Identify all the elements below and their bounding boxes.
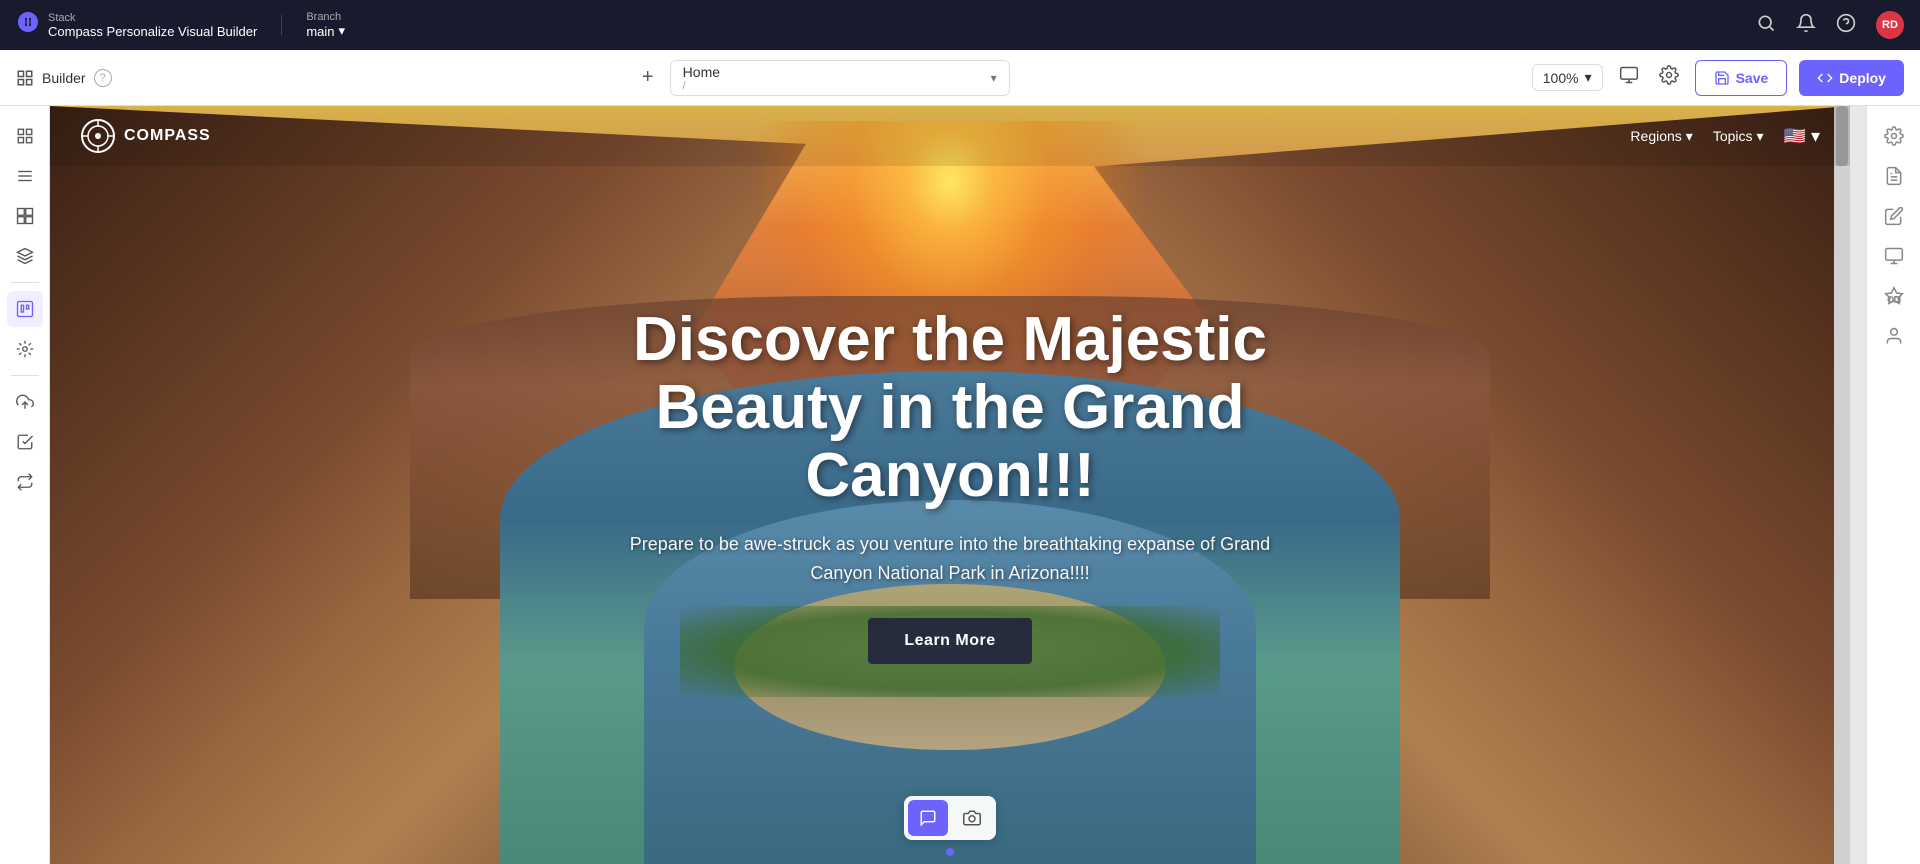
page-name: Home bbox=[683, 64, 720, 80]
search-icon[interactable] bbox=[1756, 13, 1776, 38]
app-name: Compass Personalize Visual Builder bbox=[48, 24, 257, 39]
preview-scrollbar[interactable] bbox=[1834, 106, 1850, 864]
stack-label: Stack bbox=[48, 12, 257, 24]
nav-flag[interactable]: 🇺🇸 ▾ bbox=[1784, 126, 1820, 147]
sidebar-upload-icon[interactable] bbox=[7, 384, 43, 420]
sidebar-selected-component-icon[interactable] bbox=[7, 291, 43, 327]
builder-help-icon[interactable]: ? bbox=[94, 69, 112, 87]
top-bar-left: Stack Compass Personalize Visual Builder… bbox=[16, 10, 345, 40]
page-indicator-dots bbox=[946, 848, 954, 856]
hero-content: Discover the Majestic Beauty in the Gran… bbox=[600, 286, 1300, 684]
right-content-icon[interactable] bbox=[1876, 158, 1912, 194]
sidebar-layers-icon[interactable] bbox=[7, 238, 43, 274]
device-preview-icon[interactable] bbox=[1615, 61, 1643, 94]
site-nav-right: Regions ▾ Topics ▾ 🇺🇸 ▾ bbox=[1630, 126, 1820, 147]
comment-tool-button[interactable] bbox=[908, 800, 948, 836]
branch-chevron: ▾ bbox=[339, 23, 346, 39]
page-path: / bbox=[683, 80, 720, 92]
page-dropdown-chevron: ▾ bbox=[991, 71, 997, 85]
topics-chevron: ▾ bbox=[1757, 128, 1764, 145]
deploy-button[interactable]: Deploy bbox=[1799, 60, 1904, 96]
right-shapes-icon[interactable] bbox=[1876, 278, 1912, 314]
branch-selector[interactable]: Branch main ▾ bbox=[306, 11, 345, 39]
canvas-bottom-toolbar bbox=[904, 796, 996, 840]
save-button[interactable]: Save bbox=[1695, 60, 1788, 96]
sidebar-widgets-icon[interactable] bbox=[7, 331, 43, 367]
builder-center: + Home / ▾ bbox=[634, 60, 1010, 96]
right-responsive-icon[interactable] bbox=[1876, 238, 1912, 274]
brand-info: Stack Compass Personalize Visual Builder bbox=[48, 12, 257, 39]
deploy-label: Deploy bbox=[1839, 70, 1886, 86]
site-navigation: COMPASS Regions ▾ Topics ▾ 🇺🇸 ▾ bbox=[50, 106, 1850, 166]
builder-right: 100% ▾ Save Deploy bbox=[1532, 60, 1904, 96]
builder-label: Builder bbox=[42, 70, 86, 86]
compass-logo-icon bbox=[80, 118, 116, 154]
hero-cta-button[interactable]: Learn More bbox=[868, 618, 1031, 664]
page-dropdown[interactable]: Home / ▾ bbox=[670, 60, 1010, 96]
right-user-icon[interactable] bbox=[1876, 318, 1912, 354]
builder-left: Builder ? bbox=[16, 69, 112, 87]
page-dot-1 bbox=[946, 848, 954, 856]
top-bar-right: RD bbox=[1756, 11, 1904, 39]
zoom-value: 100% bbox=[1543, 70, 1579, 86]
help-icon[interactable] bbox=[1836, 13, 1856, 38]
divider bbox=[281, 15, 282, 35]
page-preview: COMPASS Regions ▾ Topics ▾ 🇺🇸 ▾ bbox=[50, 106, 1850, 864]
user-avatar[interactable]: RD bbox=[1876, 11, 1904, 39]
sidebar-divider-1 bbox=[11, 282, 39, 283]
right-properties-icon[interactable] bbox=[1876, 118, 1912, 154]
add-page-button[interactable]: + bbox=[634, 64, 662, 92]
nav-topics[interactable]: Topics ▾ bbox=[1713, 128, 1764, 145]
builder-icon bbox=[16, 69, 34, 87]
sidebar-layout-icon[interactable] bbox=[7, 158, 43, 194]
branch-label: Branch bbox=[306, 11, 345, 23]
regions-chevron: ▾ bbox=[1686, 128, 1693, 145]
save-label: Save bbox=[1736, 70, 1769, 86]
page-info: Home / bbox=[683, 64, 720, 92]
zoom-control[interactable]: 100% ▾ bbox=[1532, 64, 1603, 91]
main-area: COMPASS Regions ▾ Topics ▾ 🇺🇸 ▾ bbox=[0, 106, 1920, 864]
builder-toolbar: Builder ? + Home / ▾ 100% ▾ bbox=[0, 50, 1920, 106]
sidebar-pages-icon[interactable] bbox=[7, 118, 43, 154]
sidebar-divider-2 bbox=[11, 375, 39, 376]
right-edit-icon[interactable] bbox=[1876, 198, 1912, 234]
branch-value: main ▾ bbox=[306, 23, 345, 39]
nav-regions[interactable]: Regions ▾ bbox=[1630, 128, 1692, 145]
sidebar-connections-icon[interactable] bbox=[7, 464, 43, 500]
right-sidebar bbox=[1866, 106, 1920, 864]
hero-title: Discover the Majestic Beauty in the Gran… bbox=[620, 306, 1280, 511]
app-logo[interactable]: Stack Compass Personalize Visual Builder bbox=[16, 10, 257, 40]
sidebar-checklist-icon[interactable] bbox=[7, 424, 43, 460]
site-logo-text: COMPASS bbox=[124, 127, 211, 145]
hero-section: COMPASS Regions ▾ Topics ▾ 🇺🇸 ▾ bbox=[50, 106, 1850, 864]
zoom-chevron: ▾ bbox=[1585, 69, 1592, 86]
page-settings-icon[interactable] bbox=[1655, 61, 1683, 94]
canvas-area: COMPASS Regions ▾ Topics ▾ 🇺🇸 ▾ bbox=[50, 106, 1866, 864]
top-navigation-bar: Stack Compass Personalize Visual Builder… bbox=[0, 0, 1920, 50]
notifications-icon[interactable] bbox=[1796, 13, 1816, 38]
left-sidebar bbox=[0, 106, 50, 864]
screenshot-tool-button[interactable] bbox=[952, 800, 992, 836]
sidebar-components-icon[interactable] bbox=[7, 198, 43, 234]
hero-subtitle: Prepare to be awe-struck as you venture … bbox=[620, 530, 1280, 588]
site-logo[interactable]: COMPASS bbox=[80, 118, 211, 154]
logo-icon bbox=[16, 10, 40, 40]
